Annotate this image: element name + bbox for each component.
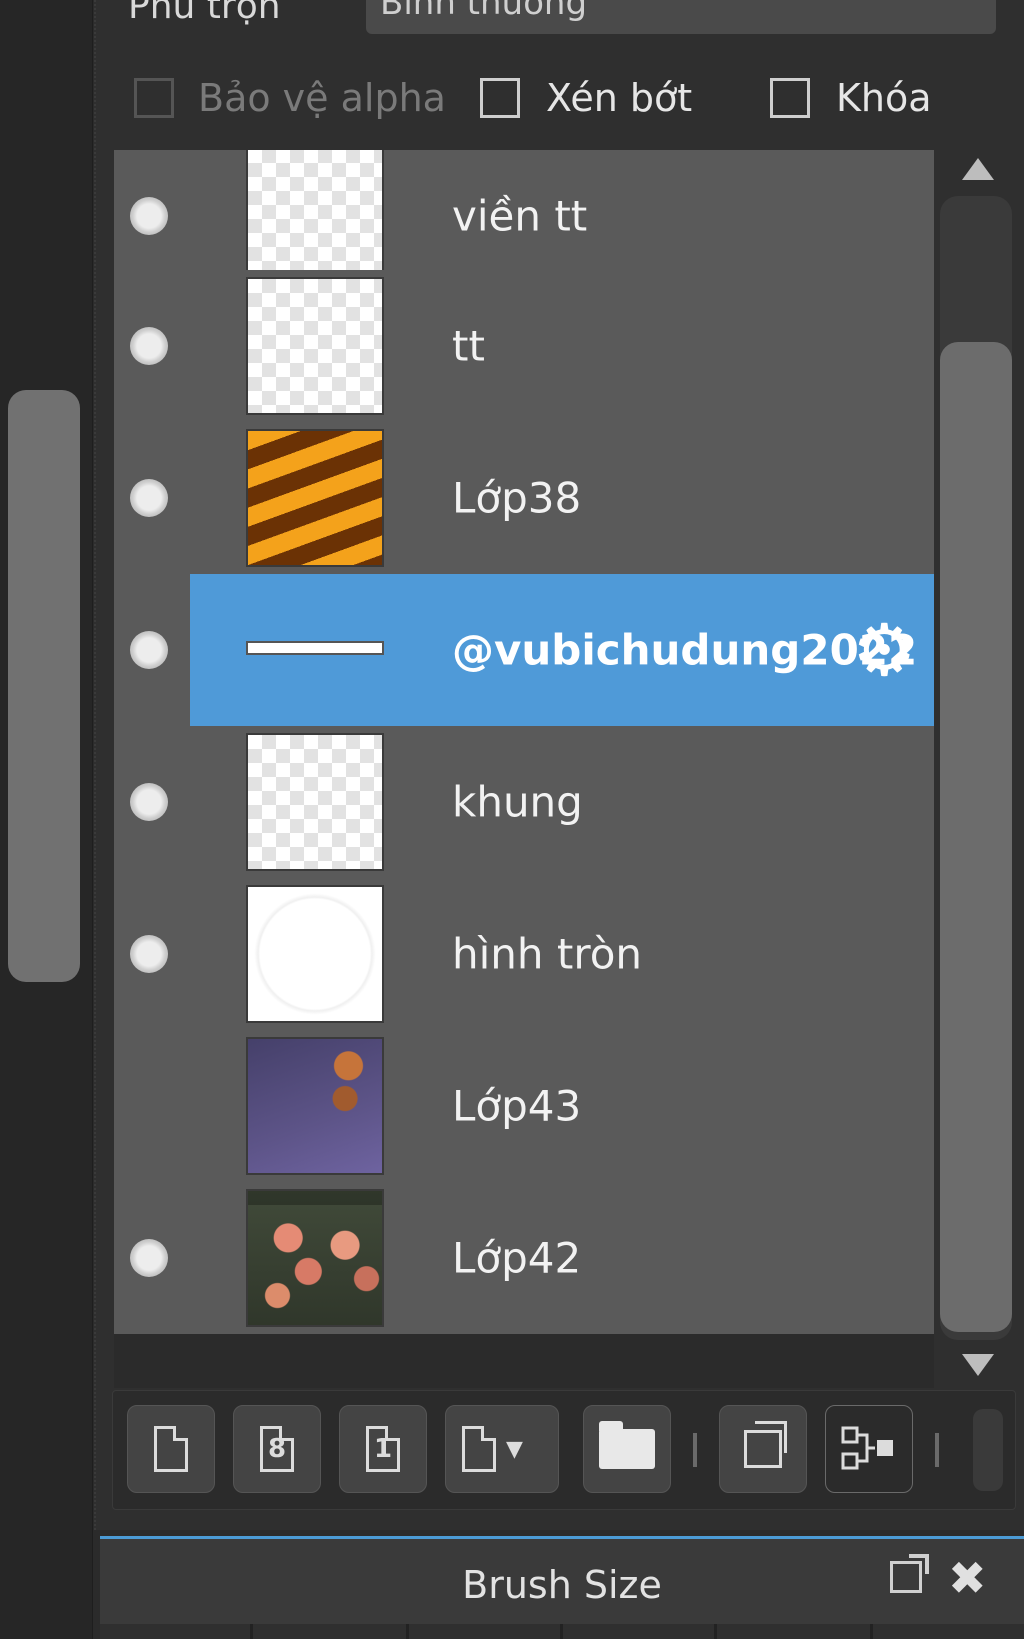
clipping-checkbox[interactable] — [480, 78, 520, 118]
brush-size-title: Brush Size — [462, 1563, 662, 1607]
toolbar-divider — [935, 1433, 939, 1467]
layer-row[interactable]: Lớp42 — [114, 1182, 934, 1338]
layer-name: Lớp42 — [452, 1233, 582, 1283]
layer-row[interactable]: tt — [114, 270, 934, 426]
layer-name: khung — [452, 777, 583, 827]
toolbar-overflow-handle[interactable] — [973, 1409, 1003, 1491]
layer-list-scrollbar[interactable] — [936, 150, 1024, 1388]
layer-thumbnail — [246, 885, 384, 1023]
merge-layer-icon — [826, 1406, 912, 1492]
layer-row[interactable]: khung — [114, 726, 934, 882]
visibility-toggle-icon[interactable] — [130, 1239, 168, 1277]
new-folder-button[interactable] — [583, 1405, 671, 1493]
visibility-toggle-icon[interactable] — [130, 479, 168, 517]
blend-mode-label: Phủ trộn — [128, 0, 281, 27]
duplicate-layer-button[interactable] — [719, 1405, 807, 1493]
protect-alpha-label: Bảo vệ alpha — [198, 76, 446, 120]
visibility-toggle-icon[interactable] — [130, 783, 168, 821]
layer-row-selected[interactable]: @vubichudung2022 ⚙ — [114, 574, 934, 730]
left-dock-strip — [0, 0, 93, 1639]
new-layer-button[interactable] — [127, 1405, 215, 1493]
lock-label: Khóa — [836, 76, 932, 120]
add-layer-dropdown-icon — [462, 1426, 496, 1472]
protect-alpha-checkbox[interactable] — [134, 78, 174, 118]
popout-icon[interactable] — [890, 1554, 929, 1593]
layer-list: viền tt tt Lớp38 @vubichudung2022 ⚙ khun… — [114, 150, 934, 1388]
layer-thumbnail — [246, 1037, 384, 1175]
clipping-label: Xén bớt — [546, 76, 693, 120]
layer-thumbnail — [246, 733, 384, 871]
new-1bit-layer-icon: 1 — [366, 1426, 400, 1472]
lock-checkbox[interactable] — [770, 78, 810, 118]
brush-size-presets — [100, 1624, 1024, 1639]
visibility-toggle-icon[interactable] — [130, 935, 168, 973]
left-scrollbar-thumb[interactable] — [8, 390, 80, 982]
layer-name: Lớp43 — [452, 1081, 582, 1131]
scroll-up-arrow-icon[interactable] — [962, 158, 994, 180]
duplicate-layer-icon — [744, 1421, 787, 1468]
gear-icon[interactable]: ⚙ — [852, 614, 917, 686]
close-icon[interactable]: ✖ — [948, 1551, 987, 1605]
layer-name: hình tròn — [452, 929, 643, 979]
add-layer-dropdown-button[interactable]: ▼ — [445, 1405, 559, 1493]
scroll-down-arrow-icon[interactable] — [962, 1354, 994, 1376]
visibility-toggle-icon[interactable] — [130, 327, 168, 365]
layer-thumbnail — [246, 277, 384, 415]
layer-name: tt — [452, 321, 485, 371]
chevron-down-icon: ▼ — [506, 1436, 523, 1462]
layer-name: Lớp38 — [452, 473, 582, 523]
layer-row[interactable]: Lớp38 — [114, 422, 934, 578]
layer-name: viền tt — [452, 191, 588, 241]
layer-name: @vubichudung2022 — [452, 625, 918, 675]
layer-thumbnail — [246, 1189, 384, 1327]
blend-mode-select[interactable]: Bình thường — [366, 0, 996, 34]
layer-thumbnail — [246, 150, 384, 285]
visibility-toggle-icon[interactable] — [130, 631, 168, 669]
layer-thumbnail — [246, 429, 384, 567]
visibility-toggle-icon[interactable] — [130, 197, 168, 235]
merge-layer-button[interactable] — [825, 1405, 913, 1493]
layer-toolbar: 8 1 ▼ — [112, 1390, 1016, 1510]
blend-mode-row: Phủ trộn Bình thường — [94, 0, 1024, 42]
toolbar-divider — [693, 1433, 697, 1467]
layer-thumbnail — [246, 581, 384, 719]
new-folder-icon — [599, 1421, 655, 1469]
new-8bit-layer-icon: 8 — [260, 1426, 294, 1472]
new-layer-icon — [154, 1426, 188, 1472]
new-1bit-layer-button[interactable]: 1 — [339, 1405, 427, 1493]
scrollbar-thumb[interactable] — [940, 342, 1012, 1332]
layer-row[interactable]: Lớp43 — [114, 1030, 934, 1186]
layer-row[interactable]: hình tròn — [114, 878, 934, 1034]
new-8bit-layer-button[interactable]: 8 — [233, 1405, 321, 1493]
layer-options-row: Bảo vệ alpha Xén bớt Khóa — [94, 70, 1024, 130]
